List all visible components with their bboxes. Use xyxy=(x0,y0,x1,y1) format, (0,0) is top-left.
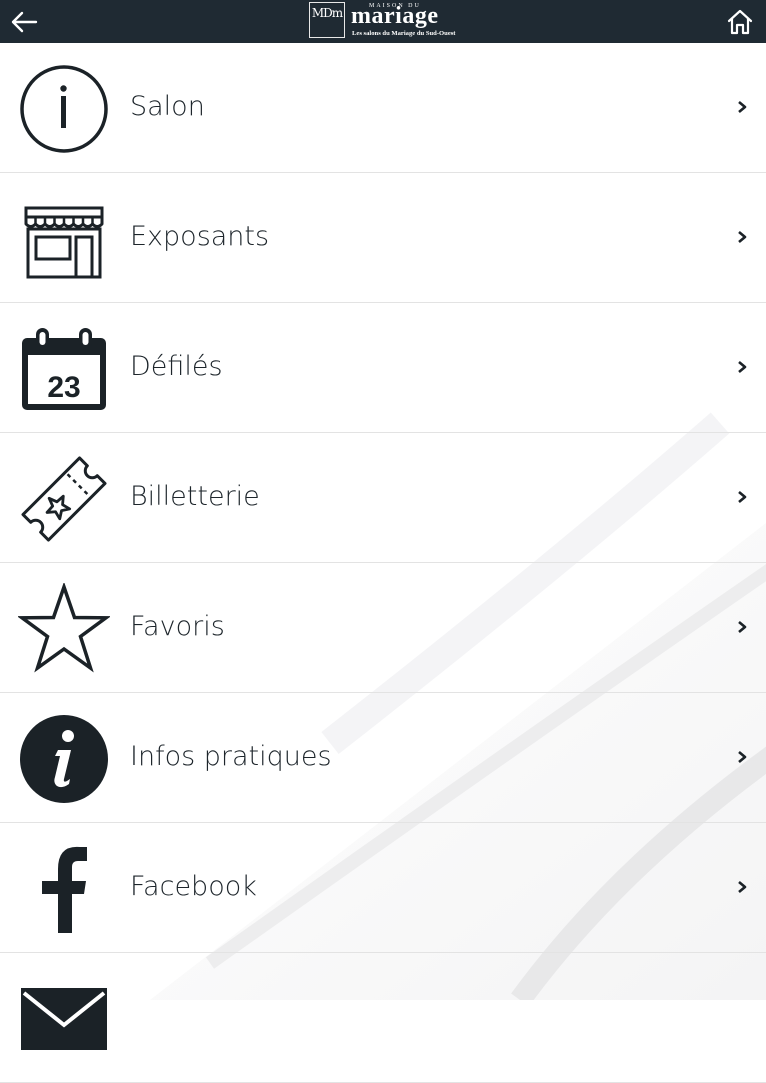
arrow-left-icon xyxy=(11,11,38,33)
menu-item-label: Défilés xyxy=(130,351,223,382)
menu-item-favoris[interactable]: Favoris xyxy=(0,563,766,693)
logo-mark: MDm xyxy=(309,2,345,38)
logo-word: mariage xyxy=(351,3,439,29)
menu-item-defiles[interactable]: 23 Défilés xyxy=(0,303,766,433)
menu-item-exposants[interactable]: Exposants xyxy=(0,173,766,303)
home-button[interactable] xyxy=(722,4,758,40)
menu-item-contact[interactable] xyxy=(0,953,766,1083)
menu-item-label: Exposants xyxy=(130,221,270,252)
chevron-right-icon xyxy=(738,491,747,503)
info-circle-filled-icon xyxy=(18,713,110,805)
main-menu: Salon Exposants 23 Défilés Billetterie F… xyxy=(0,43,766,1083)
menu-item-label: Favoris xyxy=(130,611,225,642)
chevron-right-icon xyxy=(738,751,747,763)
app-header: MDm MAISON DU mariage Les salons du Mari… xyxy=(0,0,766,43)
chevron-right-icon xyxy=(738,231,747,243)
chevron-right-icon xyxy=(738,361,747,373)
chevron-right-icon xyxy=(738,101,747,113)
menu-item-salon[interactable]: Salon xyxy=(0,43,766,173)
brand-logo: MDm MAISON DU mariage Les salons du Mari… xyxy=(309,2,461,40)
menu-item-facebook[interactable]: Facebook xyxy=(0,823,766,953)
chevron-right-icon xyxy=(738,881,747,893)
menu-item-label: Salon xyxy=(130,91,205,122)
menu-item-infos-pratiques[interactable]: Infos pratiques xyxy=(0,693,766,823)
menu-item-label: Infos pratiques xyxy=(130,741,332,772)
star-icon xyxy=(18,583,110,675)
calendar-icon: 23 xyxy=(18,323,110,415)
info-circle-outline-icon xyxy=(18,63,110,155)
logo-tagline: Les salons du Mariage du Sud-Ouest xyxy=(352,30,456,37)
back-button[interactable] xyxy=(6,4,42,40)
storefront-icon xyxy=(18,193,110,285)
calendar-day: 23 xyxy=(47,371,80,404)
chevron-right-icon xyxy=(738,621,747,633)
menu-item-billetterie[interactable]: Billetterie xyxy=(0,433,766,563)
envelope-icon xyxy=(18,973,110,1065)
home-icon xyxy=(727,9,753,35)
ticket-icon xyxy=(18,453,110,545)
menu-item-label: Facebook xyxy=(130,871,257,902)
facebook-icon xyxy=(18,843,110,935)
menu-item-label: Billetterie xyxy=(130,481,260,512)
